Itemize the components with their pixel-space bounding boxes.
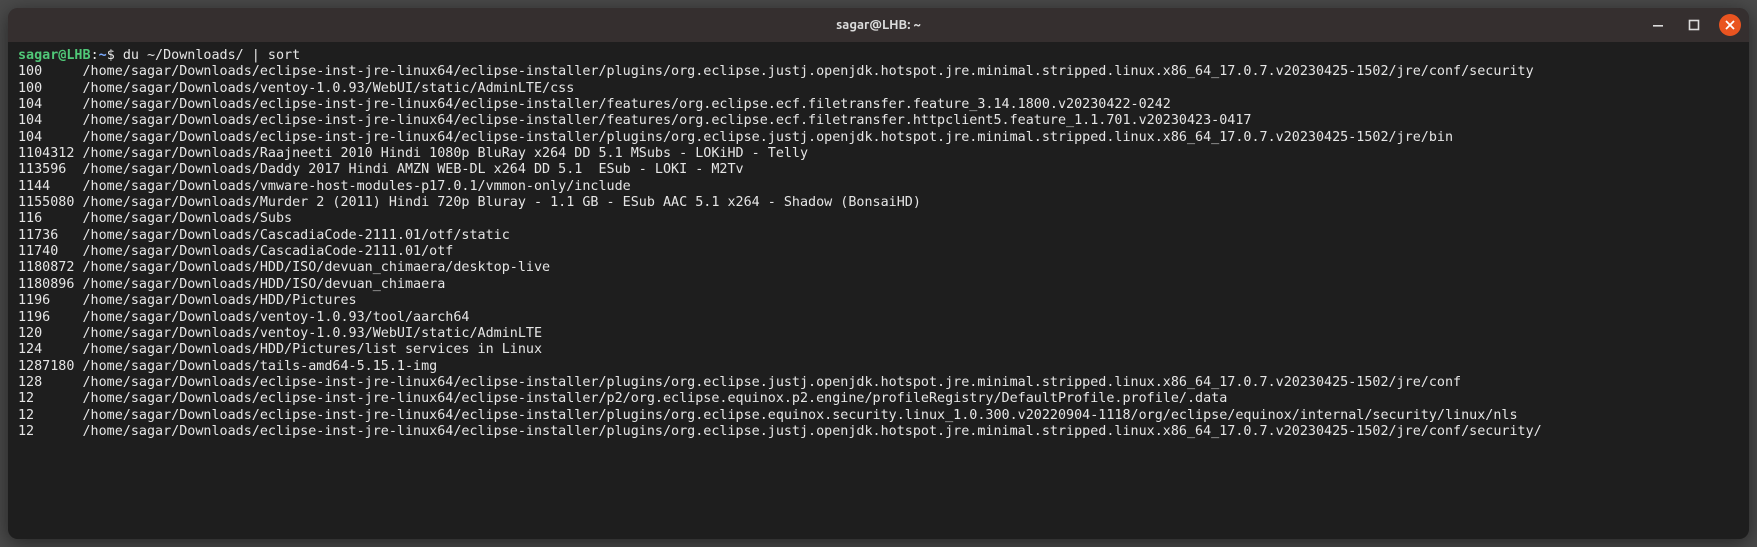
- close-icon: [1725, 20, 1735, 30]
- du-row: 104 /home/sagar/Downloads/eclipse-inst-j…: [18, 113, 1251, 128]
- du-row: 1196 /home/sagar/Downloads/ventoy-1.0.93…: [18, 310, 469, 325]
- du-row: 1196 /home/sagar/Downloads/HDD/Pictures: [18, 293, 357, 308]
- prompt-dollar: $: [107, 48, 123, 63]
- du-row: 12 /home/sagar/Downloads/eclipse-inst-jr…: [18, 424, 1542, 439]
- du-row: 1287180 /home/sagar/Downloads/tails-amd6…: [18, 359, 437, 374]
- du-row: 12 /home/sagar/Downloads/eclipse-inst-jr…: [18, 391, 1227, 406]
- minimize-button[interactable]: [1647, 14, 1669, 36]
- du-row: 11736 /home/sagar/Downloads/CascadiaCode…: [18, 228, 510, 243]
- close-button[interactable]: [1719, 14, 1741, 36]
- du-row: 124 /home/sagar/Downloads/HDD/Pictures/l…: [18, 342, 542, 357]
- titlebar[interactable]: sagar@LHB: ~: [8, 8, 1749, 42]
- du-row: 104 /home/sagar/Downloads/eclipse-inst-j…: [18, 130, 1453, 145]
- minimize-icon: [1652, 19, 1664, 31]
- maximize-icon: [1688, 19, 1700, 31]
- du-row: 113596 /home/sagar/Downloads/Daddy 2017 …: [18, 162, 744, 177]
- prompt-user-host: sagar@LHB: [18, 48, 91, 63]
- terminal-body[interactable]: sagar@LHB:~$ du ~/Downloads/ | sort 100 …: [8, 42, 1749, 539]
- window-controls: [1647, 14, 1741, 36]
- output-lines: 100 /home/sagar/Downloads/eclipse-inst-j…: [18, 64, 1542, 439]
- du-row: 120 /home/sagar/Downloads/ventoy-1.0.93/…: [18, 326, 542, 341]
- prompt-path: ~: [99, 48, 107, 63]
- du-row: 1155080 /home/sagar/Downloads/Murder 2 (…: [18, 195, 921, 210]
- maximize-button[interactable]: [1683, 14, 1705, 36]
- du-row: 116 /home/sagar/Downloads/Subs: [18, 211, 292, 226]
- du-row: 100 /home/sagar/Downloads/ventoy-1.0.93/…: [18, 81, 574, 96]
- du-row: 1180896 /home/sagar/Downloads/HDD/ISO/de…: [18, 277, 445, 292]
- du-row: 1180872 /home/sagar/Downloads/HDD/ISO/de…: [18, 260, 550, 275]
- prompt-colon: :: [91, 48, 99, 63]
- du-row: 1144 /home/sagar/Downloads/vmware-host-m…: [18, 179, 631, 194]
- terminal-window: sagar@LHB: ~ sagar@LHB:~$ du ~/Downloads…: [8, 8, 1749, 539]
- du-row: 11740 /home/sagar/Downloads/CascadiaCode…: [18, 244, 453, 259]
- du-row: 12 /home/sagar/Downloads/eclipse-inst-jr…: [18, 408, 1518, 423]
- du-row: 128 /home/sagar/Downloads/eclipse-inst-j…: [18, 375, 1461, 390]
- du-row: 100 /home/sagar/Downloads/eclipse-inst-j…: [18, 64, 1534, 79]
- command-input: du ~/Downloads/ | sort: [123, 48, 300, 63]
- du-row: 1104312 /home/sagar/Downloads/Raajneeti …: [18, 146, 808, 161]
- window-title: sagar@LHB: ~: [836, 18, 921, 32]
- du-row: 104 /home/sagar/Downloads/eclipse-inst-j…: [18, 97, 1171, 112]
